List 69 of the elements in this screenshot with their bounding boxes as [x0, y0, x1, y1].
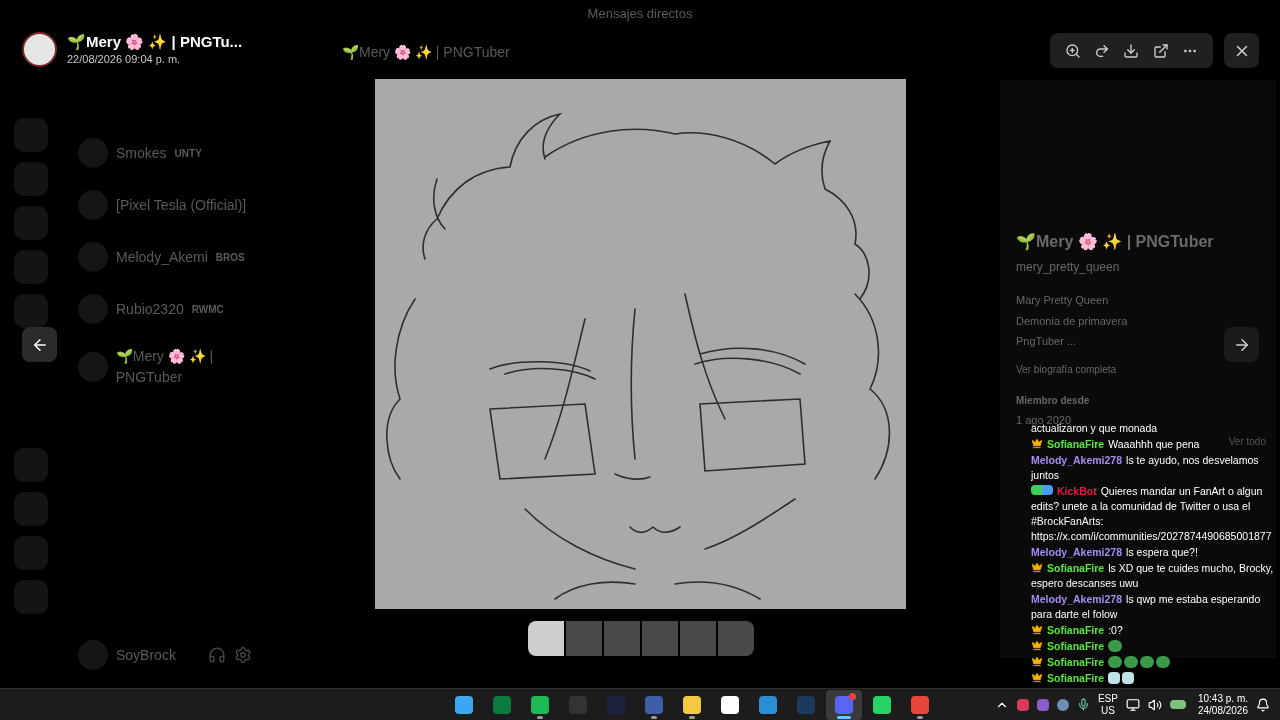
crown-icon [1031, 624, 1043, 635]
battery-icon[interactable] [1169, 700, 1186, 709]
frog-emote-icon [1140, 656, 1155, 668]
chat-message: SofianaFire [1031, 639, 1125, 654]
thumbnail[interactable] [642, 621, 678, 656]
close-button[interactable] [1224, 33, 1259, 68]
crown-icon [1031, 562, 1043, 573]
crown-icon [1031, 656, 1043, 667]
cat-emote-icon [1108, 672, 1121, 684]
bot-badge-icon [1031, 485, 1053, 495]
crown-icon [1031, 672, 1043, 683]
member-since-label: Miembro desde [1016, 393, 1090, 408]
thumbnail[interactable] [680, 621, 716, 656]
chat-message: SofianaFire [1031, 655, 1173, 670]
dm-tag: UNTY [174, 145, 202, 161]
cat-emote-icon [1122, 672, 1135, 684]
chat-message: Melody_Akemi278 ls espera que?! [1031, 545, 1198, 560]
clock-time[interactable]: 10:43 p. m. [1197, 692, 1248, 705]
crown-icon [1031, 640, 1043, 651]
headphones-icon[interactable] [207, 646, 226, 664]
dm-tag: BROS [215, 249, 245, 265]
forward-arrow-icon[interactable] [1094, 42, 1111, 59]
dm-tag: RWMC [191, 301, 224, 317]
timestamp: 22/08/2026 09:04 p. m. [67, 52, 182, 67]
thumbnail[interactable] [604, 621, 640, 656]
chat-message: Melody_Akemi278 ls te ayudo, nos desvelamos juntos [1031, 453, 1260, 483]
volume-icon[interactable] [1147, 697, 1162, 712]
chat-message: Melody_Akemi278 ls qwp me estaba esperando para darte el folow [1031, 592, 1262, 622]
input-language[interactable]: ESP [1097, 692, 1118, 705]
download-icon[interactable] [1123, 42, 1140, 59]
chat-message: SofianaFire :0? [1031, 623, 1123, 638]
crown-icon [1031, 438, 1043, 449]
avatar-placeholder [22, 32, 57, 68]
profile-bio-line: PngTuber ... [1016, 334, 1077, 349]
chat-message: SofianaFire [1031, 671, 1137, 686]
see-all-link[interactable]: Ver todo [1228, 434, 1266, 449]
notification-icon[interactable] [1256, 697, 1270, 712]
profile-bio-line: Demonia de primavera [1016, 313, 1128, 329]
network-icon[interactable] [1125, 697, 1140, 712]
zoom-in-icon[interactable] [1064, 42, 1081, 59]
tray-app-icon[interactable] [1016, 698, 1029, 711]
taskbar-app-button[interactable] [826, 690, 862, 720]
frog-emote-icon [1156, 656, 1171, 668]
profile-bio-line: Mary Pretty Queen [1016, 293, 1109, 308]
frog-emote-icon [1124, 656, 1139, 668]
dm-name[interactable]: Rubio2320 [116, 298, 184, 320]
user-name: SoyBrock [116, 645, 176, 665]
bio-link[interactable]: Ver biografía completa [1016, 361, 1117, 377]
thumbnail[interactable] [566, 621, 602, 656]
open-external-icon[interactable] [1152, 42, 1169, 59]
previous-button[interactable] [22, 327, 57, 362]
dm-name[interactable]: 🌱Mery 🌸 ✨ | PNGTuber [115, 346, 282, 388]
dm-name[interactable]: Melody_Akemi [116, 246, 208, 268]
clock-date[interactable]: 24/08/2026 [1197, 704, 1248, 717]
microphone-icon[interactable] [1076, 698, 1090, 711]
next-button[interactable] [1224, 327, 1259, 362]
thumbnail[interactable] [718, 621, 754, 656]
profile-username: mery_pretty_queen [1016, 259, 1120, 276]
chat-header-title: 🌱Mery 🌸 ✨ | PNGTuber [342, 44, 510, 60]
chat-message: SofianaFire Waaahhh que pena [1031, 437, 1200, 452]
keyboard-layout[interactable]: US [1100, 704, 1115, 717]
settings-icon[interactable] [233, 646, 252, 664]
author-name: 🌱Mery 🌸 ✨ | PNGTu... [67, 32, 243, 51]
window-title: Mensajes directos [587, 5, 693, 24]
profile-name: 🌱Mery 🌸 ✨ | PNGTuber [1016, 232, 1214, 252]
thumbnail[interactable] [528, 621, 564, 656]
dm-name[interactable]: Smokes [116, 142, 167, 164]
frog-emote-icon [1108, 656, 1123, 668]
dm-name[interactable]: [Pixel Tesla (Official)] [116, 194, 247, 216]
